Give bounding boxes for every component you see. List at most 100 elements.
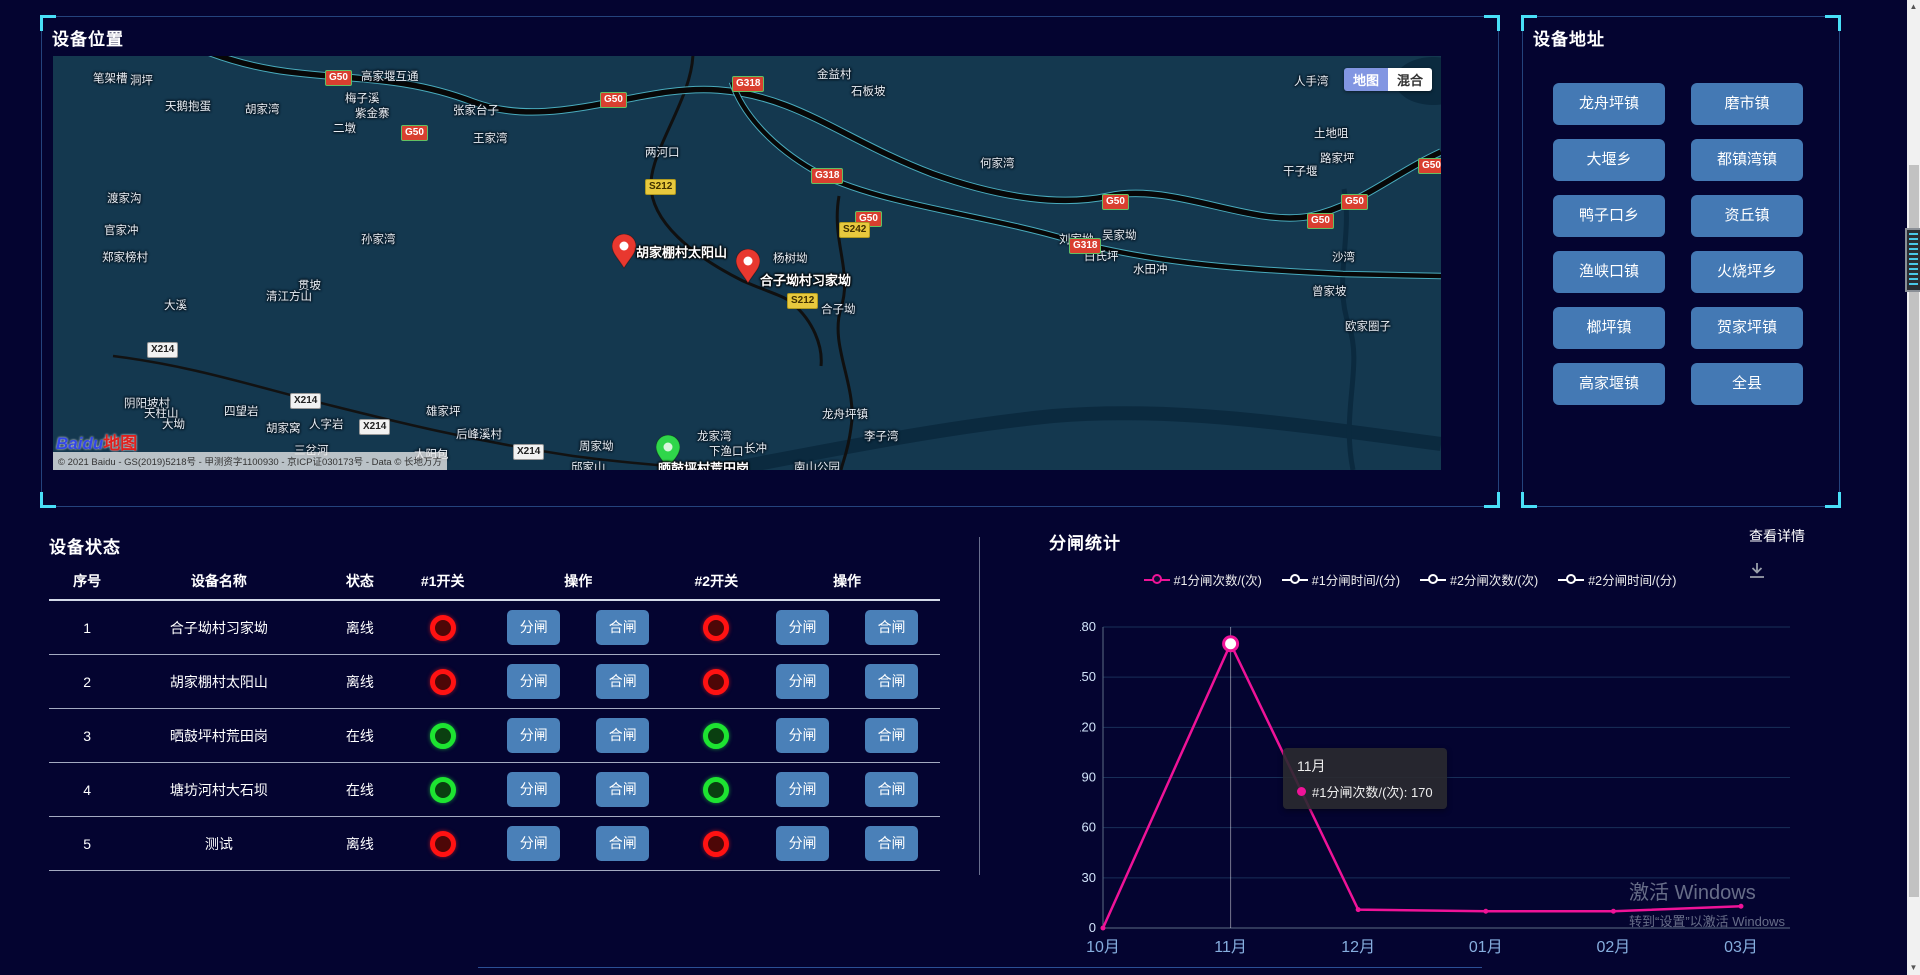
svg-text:12月: 12月	[1341, 939, 1375, 955]
corner-decoration	[1521, 15, 1537, 31]
address-button-资丘镇[interactable]: 资丘镇	[1691, 195, 1803, 237]
close-switch-button[interactable]: 合闸	[596, 664, 649, 699]
svg-text:150: 150	[1080, 669, 1096, 684]
open-switch-button[interactable]: 分闸	[776, 664, 829, 699]
road-shield-g50: G50	[600, 92, 627, 108]
legend-item[interactable]: #1分闸时间/(分)	[1282, 570, 1400, 589]
map-type-hybrid[interactable]: 混合	[1388, 68, 1432, 91]
map-place-label: 石板坡	[851, 83, 886, 99]
device-name: 合子坳村习家坳	[125, 600, 312, 655]
road-shield-x214: X214	[359, 419, 390, 435]
corner-decoration	[1521, 492, 1537, 508]
close-switch-button[interactable]: 合闸	[596, 718, 649, 753]
switch2-indicator	[678, 600, 754, 655]
map-place-label: 郑家榜村	[102, 249, 148, 265]
address-button-全县[interactable]: 全县	[1691, 363, 1803, 405]
map-pin-label: 合子坳村习家坳	[760, 270, 851, 289]
map-place-label: 大坳	[162, 416, 185, 432]
row-index: 4	[49, 763, 125, 817]
road-shield-s212: S212	[787, 293, 818, 309]
switch1-operations: 分闸 合闸	[478, 817, 678, 871]
legend-item[interactable]: #2分闸次数/(次)	[1420, 570, 1538, 589]
corner-decoration	[40, 15, 56, 31]
device-location-panel: 设备位置 笔架槽洞坪天鹅抱蛋胡家湾高家堰互通梅子溪紫金寨二墩张家台子王家湾两河口	[41, 16, 1499, 507]
address-button-渔峡口镇[interactable]: 渔峡口镇	[1553, 251, 1665, 293]
map-panel-title: 设备位置	[52, 25, 124, 50]
map-pin-合子坳村习家坳[interactable]	[736, 249, 760, 289]
map-pin-胡家棚村太阳山[interactable]	[612, 234, 636, 274]
map-place-label: 四望岩	[224, 403, 259, 419]
map-type-control[interactable]: 地图 混合	[1344, 68, 1432, 91]
map-place-label: 人手湾	[1294, 73, 1329, 89]
map-place-label: 洞坪	[130, 72, 153, 88]
map-place-label: 张家台子	[453, 102, 499, 118]
switch2-indicator	[678, 817, 754, 871]
map-place-label: 龙舟坪镇	[822, 406, 868, 422]
address-button-鸭子口乡[interactable]: 鸭子口乡	[1553, 195, 1665, 237]
open-switch-button[interactable]: 分闸	[776, 610, 829, 645]
map-place-label: 官家冲	[104, 222, 139, 238]
map-place-label: 两河口	[645, 144, 680, 160]
open-switch-button[interactable]: 分闸	[507, 826, 560, 861]
svg-text:01月: 01月	[1469, 939, 1503, 955]
map-place-label: 南山公园	[794, 459, 840, 470]
scrollbar-up-arrow[interactable]: ▲	[1907, 0, 1920, 14]
map-place-label: 王家湾	[473, 130, 508, 146]
road-shield-s212: S212	[645, 179, 676, 195]
open-switch-button[interactable]: 分闸	[776, 826, 829, 861]
map-place-label: 金益村	[817, 66, 852, 82]
view-details-link[interactable]: 查看详情	[1749, 526, 1805, 546]
legend-item[interactable]: #1分闸次数/(次)	[1144, 570, 1262, 589]
legend-item[interactable]: #2分闸时间/(分)	[1558, 570, 1676, 589]
close-switch-button[interactable]: 合闸	[596, 772, 649, 807]
address-button-贺家坪镇[interactable]: 贺家坪镇	[1691, 307, 1803, 349]
switch1-indicator	[407, 817, 478, 871]
road-shield-g50: G50	[401, 125, 428, 141]
address-button-大堰乡[interactable]: 大堰乡	[1553, 139, 1665, 181]
table-row: 2胡家棚村太阳山离线分闸合闸分闸合闸	[49, 655, 940, 709]
open-switch-button[interactable]: 分闸	[776, 772, 829, 807]
open-switch-button[interactable]: 分闸	[507, 718, 560, 753]
map-type-map[interactable]: 地图	[1344, 68, 1388, 91]
close-switch-button[interactable]: 合闸	[865, 610, 918, 645]
road-shield-g50: G50	[325, 70, 352, 86]
scrollbar-down-arrow[interactable]: ▼	[1907, 961, 1920, 975]
switch1-operations: 分闸 合闸	[478, 600, 678, 655]
open-switch-button[interactable]: 分闸	[507, 772, 560, 807]
table-body: 1合子坳村习家坳离线分闸合闸分闸合闸2胡家棚村太阳山离线分闸合闸分闸合闸3晒鼓坪…	[49, 600, 940, 871]
map-pin-label: 晒鼓坪村荒田岗	[658, 458, 749, 470]
tooltip-value: #1分闸次数/(次): 170	[1312, 782, 1433, 801]
map-place-label: 清江方山	[266, 288, 312, 304]
address-button-火烧坪乡[interactable]: 火烧坪乡	[1691, 251, 1803, 293]
address-button-榔坪镇[interactable]: 榔坪镇	[1553, 307, 1665, 349]
map-place-label: 后峰溪村	[456, 426, 502, 442]
road-shield-g50: G50	[1341, 194, 1368, 210]
open-switch-button[interactable]: 分闸	[776, 718, 829, 753]
chart-legend: #1分闸次数/(次) #1分闸时间/(分) #2分闸次数/(次) #2分闸时间/(分)	[1090, 570, 1730, 589]
chart-panel-title: 分闸统计	[1049, 529, 1121, 554]
map-place-label: 天鹅抱蛋	[165, 98, 211, 114]
map-place-label: 曾家坡	[1312, 283, 1347, 299]
svg-text:180: 180	[1080, 619, 1096, 634]
close-switch-button[interactable]: 合闸	[596, 826, 649, 861]
address-button-磨市镇[interactable]: 磨市镇	[1691, 83, 1803, 125]
page-scrollbar[interactable]: ▲ ▼	[1907, 0, 1920, 975]
address-button-龙舟坪镇[interactable]: 龙舟坪镇	[1553, 83, 1665, 125]
address-button-都镇湾镇[interactable]: 都镇湾镇	[1691, 139, 1803, 181]
switch2-indicator	[678, 655, 754, 709]
close-switch-button[interactable]: 合闸	[596, 610, 649, 645]
address-button-高家堰镇[interactable]: 高家堰镇	[1553, 363, 1665, 405]
baidu-map-canvas[interactable]: 笔架槽洞坪天鹅抱蛋胡家湾高家堰互通梅子溪紫金寨二墩张家台子王家湾两河口金益村石板…	[53, 56, 1441, 470]
open-switch-button[interactable]: 分闸	[507, 610, 560, 645]
road-shield-g50: G50	[1102, 194, 1129, 210]
close-switch-button[interactable]: 合闸	[865, 772, 918, 807]
switch1-indicator	[407, 600, 478, 655]
close-switch-button[interactable]: 合闸	[865, 826, 918, 861]
open-switch-button[interactable]: 分闸	[507, 664, 560, 699]
road-shield-x214: X214	[290, 393, 321, 409]
close-switch-button[interactable]: 合闸	[865, 718, 918, 753]
map-place-label: 干子堰	[1283, 163, 1318, 179]
map-place-label: 胡家窝	[266, 420, 301, 436]
close-switch-button[interactable]: 合闸	[865, 664, 918, 699]
download-icon[interactable]	[1746, 560, 1768, 587]
